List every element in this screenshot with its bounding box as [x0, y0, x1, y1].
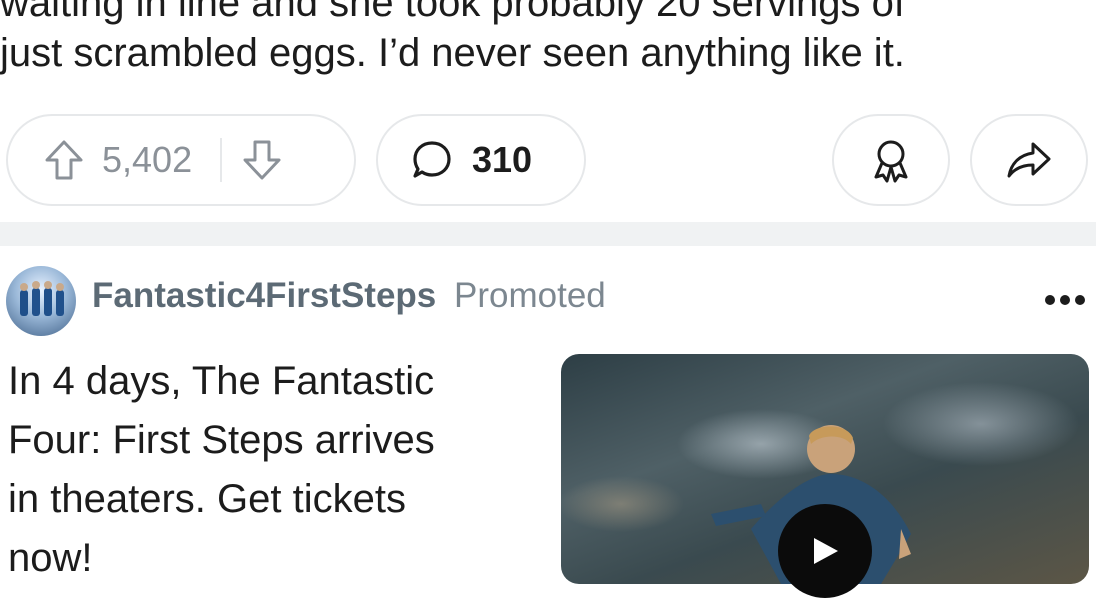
vote-bar: 5,402 [6, 114, 356, 206]
arrow-down-icon [243, 140, 281, 180]
promoted-header: Fantastic4FirstSteps Promoted [92, 276, 606, 316]
promoted-text-line: now! [8, 536, 93, 580]
promoted-body[interactable]: In 4 days, The Fantastic Four: First Ste… [8, 352, 528, 588]
play-icon [814, 538, 838, 564]
vote-count: 5,402 [102, 139, 193, 180]
ellipsis-icon[interactable] [1044, 294, 1086, 306]
downvote-button[interactable] [242, 139, 282, 181]
promoted-text-line: in theaters. Get tickets [8, 477, 406, 521]
promoted-text-line: In 4 days, The Fantastic [8, 359, 435, 403]
upvote-button[interactable] [44, 139, 84, 181]
post-text-line: just scrambled eggs. I’d never seen anyt… [0, 31, 905, 75]
feed-divider [0, 222, 1096, 246]
comments-button[interactable]: 310 [376, 114, 586, 206]
post-body-text: waiting in line and she took probably 20… [0, 0, 1096, 78]
post-text-line: waiting in line and she took probably 20… [0, 0, 905, 25]
team-figures-image [20, 281, 64, 316]
award-ribbon-icon [874, 140, 908, 183]
award-button[interactable] [832, 114, 950, 206]
promoted-tag: Promoted [454, 276, 606, 315]
promoted-text-line: Four: First Steps arrives [8, 418, 435, 462]
share-arrow-icon [1007, 142, 1051, 178]
speech-bubble-icon [413, 141, 451, 178]
promoted-avatar[interactable] [6, 266, 76, 336]
share-button[interactable] [970, 114, 1088, 206]
play-button[interactable] [778, 504, 872, 598]
promoted-author[interactable]: Fantastic4FirstSteps [92, 276, 436, 315]
arrow-up-icon [45, 140, 83, 180]
vote-divider [220, 138, 223, 182]
comment-count: 310 [472, 139, 533, 180]
